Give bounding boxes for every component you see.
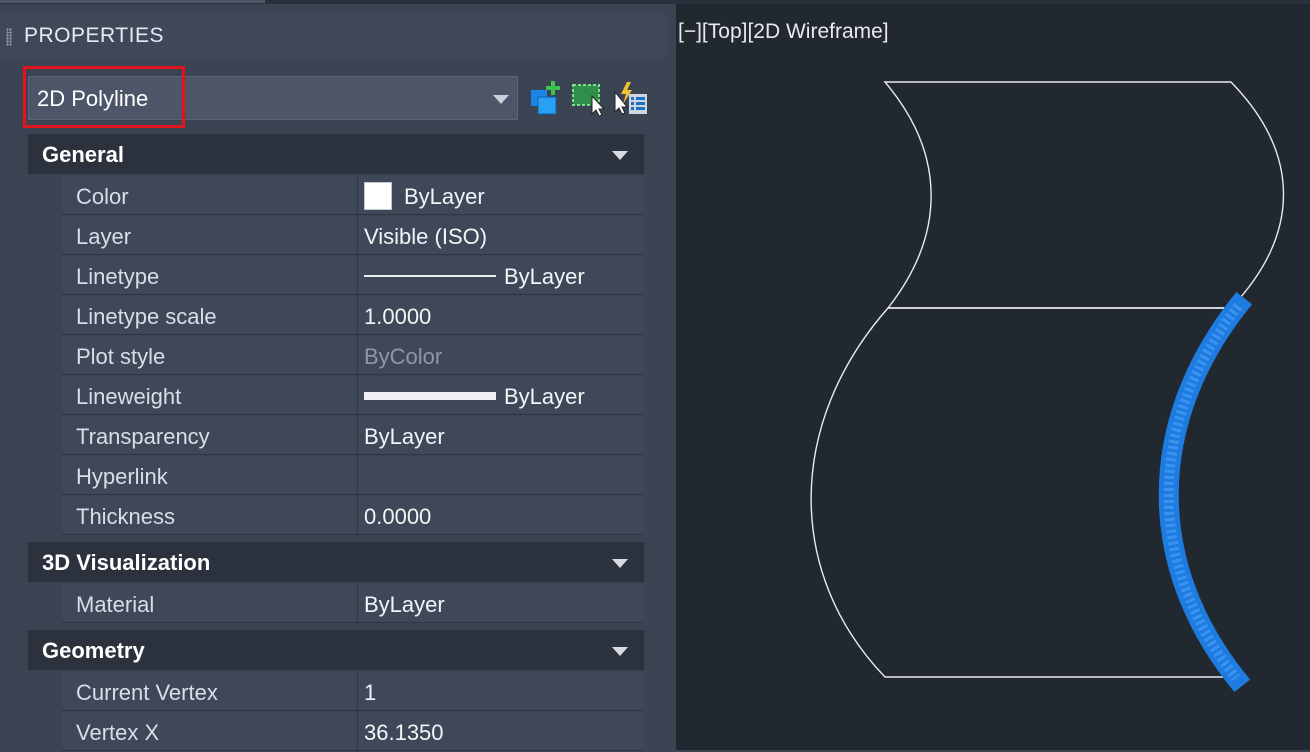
property-name-label: Linetype [76,264,160,289]
row-gutter [28,672,62,712]
property-name-label: Plot style [76,344,166,369]
property-name: Linetype scale [62,296,358,335]
property-name-label: Transparency [76,424,210,449]
row-gutter [28,376,62,416]
property-value[interactable]: 1.0000 [358,296,644,335]
property-name-label: Hyperlink [76,464,168,489]
row-gutter [28,416,62,456]
property-value-label: ByLayer [364,424,445,449]
upper-shape-outline [883,81,1285,309]
property-value-label: ByLayer [504,264,585,289]
section-title: 3D Visualization [42,550,211,575]
collapse-caret-icon[interactable] [612,647,628,656]
section-title: General [42,142,124,167]
row-gutter [28,456,62,496]
property-name: Layer [62,216,358,255]
property-value[interactable]: ByLayer [358,584,644,623]
property-name: Linetype [62,256,358,295]
drag-grip-icon[interactable] [6,28,12,46]
property-value-label: ByColor [364,344,443,369]
property-value[interactable]: 0.0000 [358,496,644,535]
quick-select-button[interactable] [613,80,647,116]
property-value[interactable]: ByLayer [358,176,644,215]
highlight-annotation [23,66,185,128]
property-value[interactable]: 36.1350 [358,712,644,751]
property-value-label: 1.0000 [364,304,432,329]
property-name-label: Material [76,592,155,617]
property-value-label: 1 [364,680,377,705]
property-name: Plot style [62,336,358,375]
quick-select-icon [614,82,647,115]
property-name: Material [62,584,358,623]
property-row-thickness[interactable]: Thickness 0.0000 [28,496,644,536]
property-row-layer[interactable]: Layer Visible (ISO) [28,216,644,256]
linetype-preview [364,275,496,277]
property-value-label: ByLayer [504,384,585,409]
property-name-label: Thickness [76,504,176,529]
panel-title: PROPERTIES [24,24,164,47]
property-row-hyperlink[interactable]: Hyperlink [28,456,644,496]
toggle-pickadd-icon [531,81,560,115]
property-name-label: Current Vertex [76,680,218,705]
property-value[interactable]: 1 [358,672,644,711]
row-gutter [28,256,62,296]
tab-indicator [0,0,265,3]
property-row-linetype[interactable]: Linetype ByLayer [28,256,644,296]
property-name-label: Color [76,184,129,209]
section-geometry[interactable]: Geometry [28,630,644,670]
property-value-label: ByLayer [404,184,485,209]
property-value-label: Visible (ISO) [364,224,488,249]
property-name-label: Vertex X [76,720,160,745]
property-name: Thickness [62,496,358,535]
property-name: Color [62,176,358,215]
property-row-linetype-scale[interactable]: Linetype scale 1.0000 [28,296,644,336]
row-gutter [28,336,62,376]
property-row-plot-style[interactable]: Plot style ByColor [28,336,644,376]
property-row-material[interactable]: Material ByLayer [28,584,644,624]
property-row-vertex-x[interactable]: Vertex X 36.1350 [28,712,644,752]
property-name: Current Vertex [62,672,358,711]
property-value-label: 36.1350 [364,720,444,745]
property-value: ByColor [358,336,644,375]
row-gutter [28,176,62,216]
collapse-caret-icon[interactable] [612,559,628,568]
property-value[interactable] [358,456,644,495]
property-row-color[interactable]: Color ByLayer [28,176,644,216]
property-row-transparency[interactable]: Transparency ByLayer [28,416,644,456]
property-value[interactable]: Visible (ISO) [358,216,644,255]
toggle-pickadd-button[interactable] [529,80,563,116]
property-value-label: ByLayer [364,592,445,617]
row-gutter [28,496,62,536]
section-general[interactable]: General [28,134,644,174]
property-value[interactable]: ByLayer [358,376,644,415]
section-3d-visualization[interactable]: 3D Visualization [28,542,644,582]
drawing-canvas[interactable] [676,4,1310,750]
row-gutter [28,584,62,624]
property-name: Transparency [62,416,358,455]
property-name-label: Layer [76,224,132,249]
property-value[interactable]: ByLayer [358,256,644,295]
property-name-label: Linetype scale [76,304,217,329]
property-row-lineweight[interactable]: Lineweight ByLayer [28,376,644,416]
select-objects-icon [572,84,606,116]
color-swatch [364,182,392,210]
collapse-caret-icon[interactable] [612,151,628,160]
property-name-label: Lineweight [76,384,182,409]
property-row-current-vertex[interactable]: Current Vertex 1 [28,672,644,712]
lineweight-preview [364,392,496,400]
property-value-label: 0.0000 [364,504,432,529]
panel-header: PROPERTIES [0,14,668,58]
property-value[interactable]: ByLayer [358,416,644,455]
chevron-down-icon [493,95,509,104]
select-objects-button[interactable] [572,80,606,116]
row-gutter [28,296,62,336]
row-gutter [28,712,62,752]
section-title: Geometry [42,638,145,663]
property-name: Vertex X [62,712,358,751]
property-name: Lineweight [62,376,358,415]
row-gutter [28,216,62,256]
property-name: Hyperlink [62,456,358,495]
